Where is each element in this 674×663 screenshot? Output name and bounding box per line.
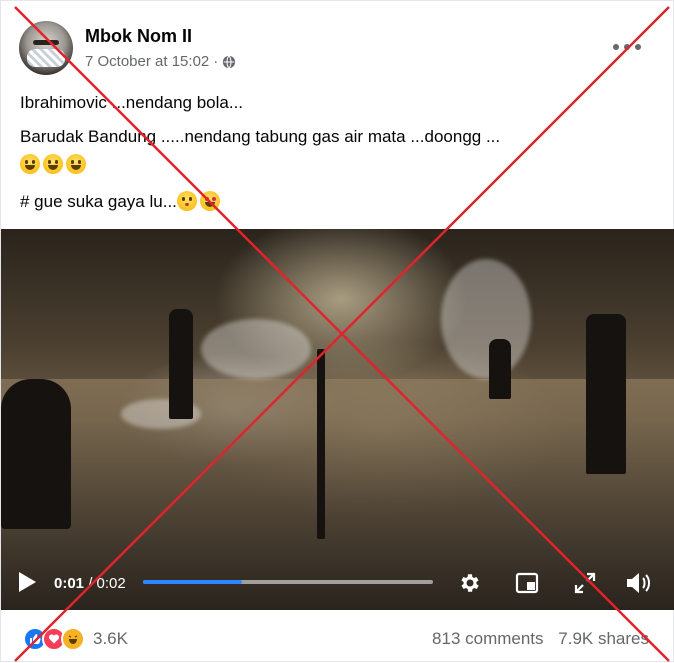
heart-eyes-face-icon [199,191,220,211]
video-scene-smoke [441,259,531,379]
progress-fill [143,580,242,584]
comments-count[interactable]: 813 comments [432,629,544,648]
progress-bar[interactable] [143,580,433,584]
grinning-face-icon [66,154,86,174]
post-card: Mbok Nom II 7 October at 15:02 · Ibrahim… [0,0,674,662]
globe-icon[interactable] [222,55,236,69]
current-time: 0:01 [54,575,85,592]
video-scene-person [489,339,511,399]
post-text-line-1: Ibrahimovic ...nendang bola... [20,93,244,112]
video-scene-person [1,379,71,529]
video-scene-pole [317,349,325,539]
grinning-face-icon [43,154,63,174]
video-scene-person [586,314,626,474]
video-controls: 0:01 / 0:02 [1,563,674,603]
more-dot [613,44,619,50]
time-separator: / [88,575,93,592]
avatar-eyes [33,40,59,45]
reactions-summary[interactable]: 3.6K [23,627,128,651]
volume-icon[interactable] [625,571,653,595]
duration: 0:02 [96,575,126,592]
settings-icon[interactable] [458,571,482,595]
kissing-face-icon [176,191,197,211]
fullscreen-icon[interactable] [573,571,597,595]
grinning-face-icon [20,154,40,174]
shares-count[interactable]: 7.9K shares [558,629,649,648]
picture-in-picture-icon[interactable] [515,571,539,595]
author-name[interactable]: Mbok Nom II [85,26,192,47]
play-icon[interactable] [19,572,36,592]
reaction-count[interactable]: 3.6K [93,629,128,649]
video-scene-person [169,309,193,419]
post-emoji-line [20,154,89,175]
video-scene-smoke [201,319,311,379]
post-text-line-3: # gue suka gaya lu... [20,191,223,212]
post-text-line-3-text: # gue suka gaya lu... [20,192,177,211]
post-timestamp[interactable]: 7 October at 15:02 [85,53,209,70]
more-dot [635,44,641,50]
more-options-button[interactable] [613,37,641,57]
video-time: 0:01 / 0:02 [54,575,126,592]
post-meta: 7 October at 15:02 · [85,53,236,70]
engagement-stats: 813 comments 7.9K shares [432,629,649,649]
video-player[interactable]: 0:01 / 0:02 [1,229,674,610]
haha-icon [61,627,85,651]
meta-separator: · [213,53,219,70]
avatar-mask [27,49,65,67]
post-text-line-2: Barudak Bandung .....nendang tabung gas … [20,127,501,146]
more-dot [624,44,630,50]
avatar[interactable] [19,21,73,75]
